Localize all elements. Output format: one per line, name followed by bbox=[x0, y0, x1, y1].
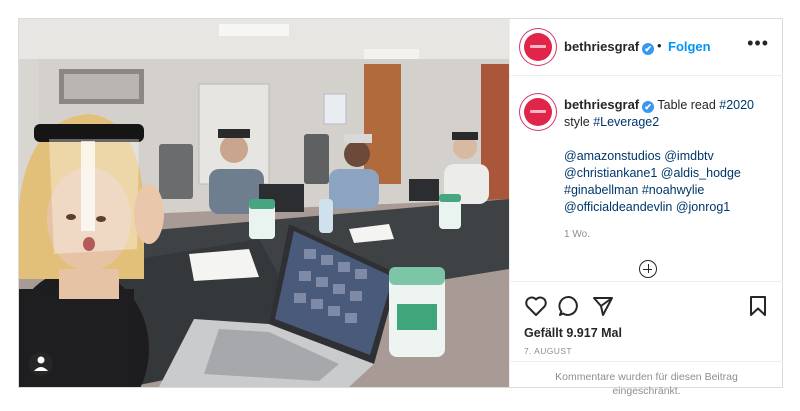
notice-line-2: eingeschränkt. bbox=[612, 385, 681, 397]
post-timestamp[interactable]: 1 Wo. bbox=[564, 226, 772, 243]
action-bar bbox=[510, 281, 783, 332]
separator-dot: • bbox=[657, 38, 662, 53]
caption-username[interactable]: bethriesgraf ✔ bbox=[564, 97, 655, 113]
share-icon[interactable] bbox=[592, 295, 614, 317]
user-tag-icon[interactable] bbox=[29, 352, 53, 376]
notice-line-1: Kommentare wurden für diesen Beitrag bbox=[555, 371, 738, 383]
post-header: bethriesgraf ✔ • Folgen ••• bbox=[510, 19, 783, 76]
comment-icon[interactable] bbox=[558, 295, 580, 317]
caption-body: Table read bbox=[657, 98, 716, 112]
heart-icon[interactable] bbox=[524, 295, 548, 317]
like-count[interactable]: Gefällt 9.917 Mal bbox=[524, 326, 622, 340]
avatar[interactable] bbox=[522, 31, 554, 63]
post-date[interactable]: 7. AUGUST bbox=[524, 346, 572, 356]
follow-button[interactable]: Folgen bbox=[668, 39, 711, 54]
post-photo[interactable] bbox=[19, 19, 509, 387]
comments-disabled-notice: Kommentare wurden für diesen Beitrag ein… bbox=[510, 361, 783, 397]
verified-badge-icon: ✔ bbox=[642, 43, 655, 55]
caption-text: bethriesgraf ✔ Table read #2020 style #Le… bbox=[564, 96, 772, 243]
more-options-icon[interactable]: ••• bbox=[747, 33, 769, 54]
post-sidebar: bethriesgraf ✔ • Folgen ••• bethriesgraf ✔… bbox=[509, 19, 783, 397]
mentions-list[interactable]: @amazonstudios @imdbtv @christiankane1 @… bbox=[564, 148, 772, 216]
verified-badge-icon: ✔ bbox=[642, 101, 655, 113]
instagram-post: bethriesgraf ✔ • Folgen ••• bethriesgraf ✔… bbox=[18, 18, 783, 397]
hashtag-link[interactable]: #Leverage2 bbox=[593, 115, 659, 129]
caption-body: style bbox=[564, 115, 590, 129]
username-link[interactable]: bethriesgraf ✔ bbox=[564, 39, 655, 55]
hashtag-link[interactable]: #2020 bbox=[719, 98, 754, 112]
bookmark-icon[interactable] bbox=[748, 295, 768, 317]
post-caption: bethriesgraf ✔ Table read #2020 style #Le… bbox=[510, 76, 783, 280]
caption-avatar[interactable] bbox=[522, 96, 554, 128]
plus-circle-icon[interactable] bbox=[639, 260, 657, 278]
